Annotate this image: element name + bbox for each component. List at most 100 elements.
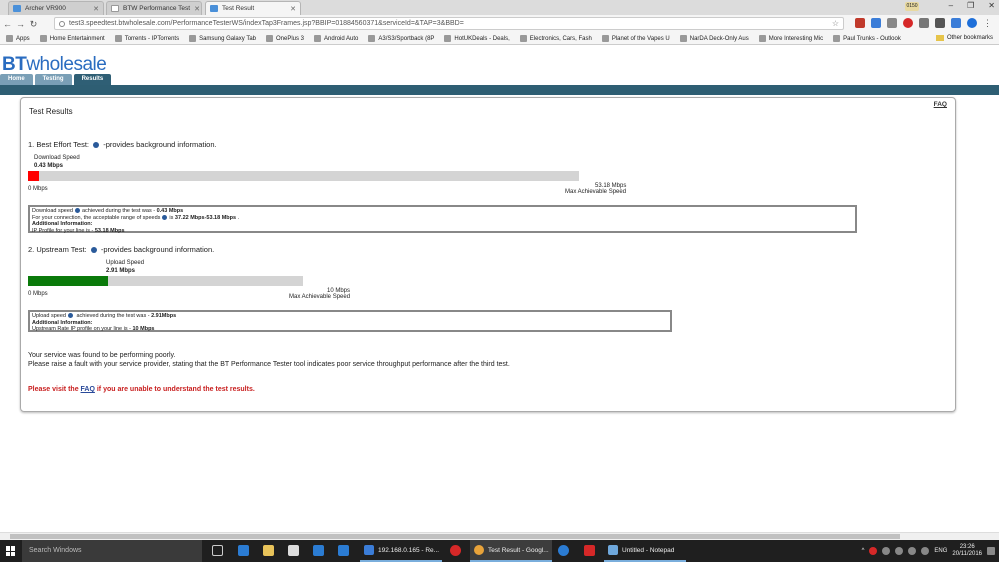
- tray-icon[interactable]: [869, 547, 878, 555]
- menu-icon[interactable]: ⋮: [983, 18, 993, 28]
- info-icon[interactable]: [59, 20, 65, 27]
- info-icon[interactable]: [74, 208, 80, 214]
- faq-link[interactable]: FAQ: [934, 101, 947, 108]
- bookmark-item[interactable]: Electronics, Cars, Fash: [519, 35, 592, 42]
- taskbar-app-notepad[interactable]: Untitled - Notepad: [604, 540, 686, 562]
- taskbar-app-chrome[interactable]: Test Result - Googl...: [470, 540, 552, 562]
- page-viewport: BTwholesale Home Testing Results FAQ Tes…: [0, 45, 999, 532]
- file-explorer-icon[interactable]: [263, 545, 274, 556]
- other-bookmarks[interactable]: Other bookmarks: [935, 35, 993, 41]
- show-hidden-icons-icon[interactable]: ^: [862, 548, 865, 554]
- browser-tab-bar: Archer VR900 ✕ BTW Performance Test ✕ Te…: [0, 0, 999, 15]
- bookmark-item[interactable]: Android Auto: [314, 35, 358, 42]
- bookmark-item[interactable]: NarDA Deck-Only Aus: [679, 35, 749, 42]
- bookmark-star-icon[interactable]: ☆: [832, 19, 839, 28]
- apps-shortcut[interactable]: Apps: [6, 35, 30, 42]
- app-icon[interactable]: [584, 545, 595, 556]
- app-icon[interactable]: [313, 545, 324, 556]
- clock[interactable]: 23:26 20/11/2016: [952, 544, 982, 558]
- close-window-icon[interactable]: ✕: [988, 1, 995, 10]
- taskbar-app-remote-desktop[interactable]: 192.168.0.165 - Re...: [360, 540, 442, 562]
- info-icon[interactable]: [162, 214, 168, 220]
- bt-favicon-icon: [210, 5, 218, 12]
- app-icon[interactable]: [338, 545, 349, 556]
- info-icon[interactable]: [90, 247, 97, 254]
- close-icon[interactable]: ✕: [286, 5, 296, 13]
- tray-icon[interactable]: [895, 547, 904, 555]
- scrollbar-thumb[interactable]: [10, 534, 900, 539]
- upload-speed-value: 2.91 Mbps: [106, 268, 136, 274]
- info-line: IP Profile for your line is - 53.18 Mbps: [32, 227, 125, 234]
- tab-btw-performance-test[interactable]: BTW Performance Test ✕: [106, 1, 202, 15]
- notifications-icon[interactable]: [987, 547, 995, 555]
- bookmark-item[interactable]: Torrents - IPTorrents: [114, 35, 179, 42]
- upstream-heading: 2. Upstream Test: -provides background i…: [28, 245, 215, 254]
- bookmark-item[interactable]: Paul Trunks - Outlook: [833, 35, 901, 42]
- minimize-icon[interactable]: –: [949, 1, 953, 10]
- bookmark-item[interactable]: Home Entertainment: [39, 35, 105, 42]
- extension-icon[interactable]: [871, 18, 881, 28]
- tplink-favicon-icon: [13, 5, 21, 12]
- bookmark-item[interactable]: More Interesting Mic: [758, 35, 823, 42]
- task-view-icon[interactable]: [212, 545, 223, 556]
- page-title: Test Results: [29, 107, 73, 116]
- download-speed-value: 0.43 Mbps: [34, 163, 64, 169]
- sync-icon[interactable]: [558, 545, 569, 556]
- close-icon[interactable]: ✕: [190, 5, 200, 13]
- download-info-box: Download speed achieved during the test w…: [28, 205, 857, 234]
- edge-icon[interactable]: [238, 545, 249, 556]
- opera-icon[interactable]: [450, 545, 461, 556]
- download-speed-bar: [28, 171, 579, 181]
- search-windows-box[interactable]: Search Windows: [22, 540, 202, 562]
- network-icon[interactable]: [908, 547, 917, 555]
- user-profile-chip[interactable]: 0150: [905, 2, 919, 11]
- horizontal-scrollbar[interactable]: [0, 532, 999, 540]
- tab-label: BTW Performance Test: [123, 5, 191, 12]
- extension-icon[interactable]: [919, 18, 929, 28]
- faq-inline-link[interactable]: FAQ: [81, 386, 95, 393]
- tray-icon[interactable]: [882, 547, 891, 555]
- bookmark-item[interactable]: A3/S3/Sportback (8P: [368, 35, 434, 42]
- upload-max-label: Max Achievable Speed: [289, 294, 351, 300]
- nav-testing[interactable]: Testing: [34, 74, 72, 85]
- bt-wholesale-logo[interactable]: BTwholesale: [2, 54, 107, 76]
- tab-archer[interactable]: Archer VR900 ✕: [8, 1, 104, 15]
- gmail-extension-icon[interactable]: [855, 18, 865, 28]
- nav-home[interactable]: Home: [0, 74, 33, 85]
- system-tray: ^ ENG 23:26 20/11/2016: [862, 540, 995, 562]
- bookmark-favicon-icon: [189, 35, 197, 42]
- back-arrow-icon[interactable]: ←: [2, 19, 13, 29]
- upload-speed-bar-fill: [28, 276, 109, 286]
- info-icon[interactable]: [67, 313, 73, 319]
- download-speed-label: Download Speed: [34, 155, 80, 161]
- extension-icon[interactable]: [951, 18, 961, 28]
- bookmark-item[interactable]: Samsung Galaxy Tab: [189, 35, 256, 42]
- info-icon[interactable]: [93, 142, 100, 149]
- download-speed-bar-fill: [28, 171, 40, 181]
- store-icon[interactable]: [288, 545, 299, 556]
- remote-desktop-icon: [364, 545, 374, 555]
- page-favicon-icon: [111, 5, 119, 12]
- header-band: [0, 85, 999, 95]
- bookmark-item[interactable]: OnePlus 3: [266, 35, 304, 42]
- nav-results[interactable]: Results: [73, 74, 112, 85]
- extension-icon[interactable]: [887, 18, 897, 28]
- cast-icon[interactable]: [935, 18, 945, 28]
- bookmark-item[interactable]: HotUKDeals - Deals,: [444, 35, 510, 42]
- result-message-line: Your service was found to be performing …: [28, 352, 176, 359]
- forward-arrow-icon[interactable]: →: [15, 19, 26, 29]
- adblock-stop-icon[interactable]: [903, 18, 913, 28]
- windows-start-icon[interactable]: [6, 546, 16, 556]
- maximize-icon[interactable]: ❐: [967, 1, 974, 10]
- reload-icon[interactable]: ↻: [28, 19, 39, 30]
- apps-grid-icon: [6, 35, 13, 42]
- upload-min-label: 0 Mbps: [28, 291, 48, 297]
- address-bar[interactable]: test3.speedtest.btwholesale.com/Performa…: [54, 17, 844, 30]
- close-icon[interactable]: ✕: [89, 5, 99, 13]
- volume-icon[interactable]: [921, 547, 930, 555]
- tab-test-result[interactable]: Test Result ✕: [205, 1, 301, 15]
- extension-icon[interactable]: [967, 18, 977, 28]
- bookmark-favicon-icon: [833, 35, 841, 42]
- language-indicator[interactable]: ENG: [934, 548, 947, 554]
- bookmark-item[interactable]: Planet of the Vapes U: [601, 35, 670, 42]
